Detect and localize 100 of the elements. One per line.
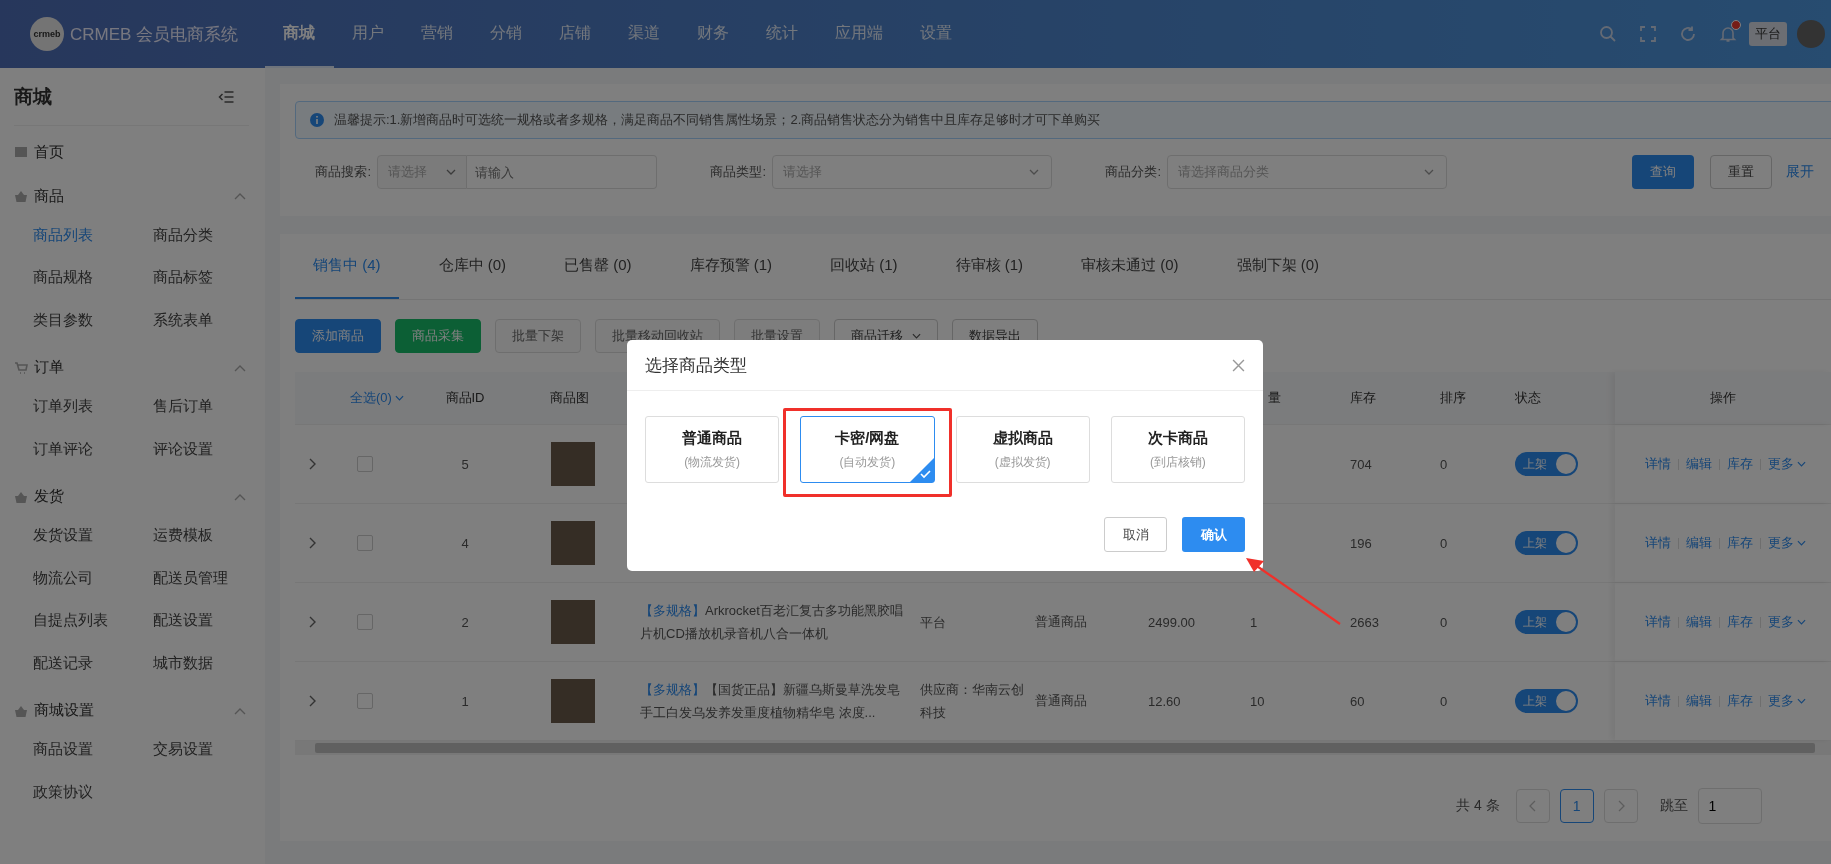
bell-icon[interactable] (1719, 25, 1737, 43)
type-option[interactable]: 卡密/网盘 (自动发货) (800, 416, 935, 483)
action-link[interactable]: 库存 (1727, 455, 1753, 473)
page-jump-field[interactable]: 1 (1697, 788, 1762, 824)
toolbar-button[interactable]: 添加商品 (295, 319, 381, 353)
next-page-button[interactable] (1603, 789, 1638, 823)
search-button[interactable]: 查询 (1632, 155, 1694, 189)
horizontal-scrollbar[interactable] (295, 741, 1831, 755)
type-option[interactable]: 普通商品 (物流发货) (645, 416, 780, 483)
menu-item[interactable]: 商品标签 (153, 256, 273, 299)
tab[interactable]: 回收站 (1) (812, 234, 916, 299)
role-badge[interactable]: 平台 (1749, 22, 1787, 46)
nav-tab[interactable]: 商城 (265, 0, 334, 68)
menu-item[interactable]: 订单评论 (33, 428, 153, 471)
tab[interactable]: 仓库中 (0) (420, 234, 524, 299)
menu-item[interactable]: 商品分类 (153, 214, 273, 257)
chevron-up-icon[interactable] (234, 192, 246, 200)
refresh-icon[interactable] (1679, 25, 1697, 43)
action-link[interactable]: 更多 (1768, 455, 1806, 473)
search-field[interactable]: 请输入 (467, 155, 657, 189)
caret-down-icon[interactable] (394, 395, 404, 401)
menu-group[interactable]: 商城设置 (34, 701, 94, 720)
select-all-link[interactable]: 全选(0) (350, 389, 404, 407)
chevron-up-icon[interactable] (234, 706, 246, 715)
nav-tab[interactable]: 分销 (472, 0, 541, 68)
row-checkbox[interactable] (357, 456, 373, 472)
action-link[interactable]: 库存 (1727, 692, 1753, 710)
menu-item[interactable]: 政策协议 (33, 771, 153, 814)
chevron-right-icon[interactable] (1616, 800, 1625, 812)
expand-row-icon[interactable] (309, 537, 317, 549)
action-link[interactable]: 库存 (1727, 613, 1753, 631)
expand-row-icon[interactable] (309, 695, 317, 707)
menu-group[interactable]: 发货 (34, 487, 64, 506)
action-link[interactable]: 库存 (1727, 534, 1753, 552)
action-link[interactable]: 详情 (1645, 613, 1671, 631)
status-switch[interactable]: 上架 (1515, 531, 1578, 555)
cancel-button[interactable]: 取消 (1104, 517, 1167, 552)
menu-item[interactable]: 自提点列表 (33, 599, 153, 642)
previous-page-button[interactable] (1515, 789, 1550, 823)
menu-group[interactable]: 首页 (34, 142, 64, 162)
nav-tab[interactable]: 应用端 (817, 0, 902, 68)
product-name[interactable]: 【多规格】【国货正品】新疆乌斯曼草洗发皂手工白发乌发养发重度植物精华皂 浓度... (640, 678, 910, 724)
menu-item[interactable]: 商品设置 (33, 728, 153, 771)
toolbar-button[interactable]: 商品采集 (395, 319, 481, 353)
action-link[interactable]: 更多 (1768, 534, 1806, 552)
nav-tab[interactable]: 渠道 (610, 0, 679, 68)
search-icon[interactable] (1599, 25, 1617, 43)
menu-item[interactable]: 配送记录 (33, 642, 153, 685)
expand-link[interactable]: 展开 (1786, 163, 1814, 181)
row-checkbox[interactable] (357, 693, 373, 709)
status-switch[interactable]: 上架 (1515, 610, 1578, 634)
page-button[interactable]: 1 (1559, 789, 1594, 823)
menu-group[interactable]: 商品 (34, 186, 64, 206)
status-switch[interactable]: 上架 (1515, 452, 1578, 476)
chevron-left-icon[interactable] (1528, 800, 1537, 812)
action-link[interactable]: 编辑 (1686, 692, 1712, 710)
row-checkbox[interactable] (357, 614, 373, 630)
menu-item[interactable]: 商品列表 (33, 214, 153, 257)
caret-down-icon[interactable] (446, 169, 456, 175)
tab[interactable]: 库存预警 (1) (671, 234, 790, 299)
caret-down-icon[interactable] (1797, 619, 1806, 625)
tab[interactable]: 待审核 (1) (937, 234, 1041, 299)
tab[interactable]: 强制下架 (0) (1218, 234, 1337, 299)
expand-row-icon[interactable] (309, 616, 317, 628)
menu-item[interactable]: 发货设置 (33, 514, 153, 557)
close-icon[interactable] (1232, 358, 1245, 372)
action-link[interactable]: 编辑 (1686, 534, 1712, 552)
nav-tab[interactable]: 营销 (403, 0, 472, 68)
fullscreen-icon[interactable] (1639, 25, 1657, 43)
reset-button[interactable]: 重置 (1710, 155, 1772, 189)
action-link[interactable]: 详情 (1645, 455, 1671, 473)
nav-tab[interactable]: 财务 (679, 0, 748, 68)
action-link[interactable]: 编辑 (1686, 613, 1712, 631)
menu-item[interactable]: 配送设置 (153, 599, 273, 642)
collapse-menu-icon[interactable] (218, 89, 235, 104)
caret-down-icon[interactable] (1797, 540, 1806, 546)
caret-down-icon[interactable] (1424, 169, 1434, 175)
menu-item[interactable]: 类目参数 (33, 299, 153, 342)
tab[interactable]: 已售罄 (0) (546, 234, 650, 299)
avatar[interactable] (1797, 20, 1825, 48)
chevron-up-icon[interactable] (234, 492, 246, 501)
type-option[interactable]: 次卡商品 (到店核销) (1110, 416, 1245, 483)
nav-tab[interactable]: 用户 (334, 0, 403, 68)
action-link[interactable]: 编辑 (1686, 455, 1712, 473)
confirm-button[interactable]: 确认 (1182, 517, 1245, 552)
caret-down-icon[interactable] (1797, 698, 1806, 704)
tab[interactable]: 销售中 (4) (295, 234, 399, 299)
menu-item[interactable]: 系统表单 (153, 299, 273, 342)
caret-down-icon[interactable] (1797, 461, 1806, 467)
nav-tab[interactable]: 店铺 (541, 0, 610, 68)
menu-item[interactable]: 商品规格 (33, 256, 153, 299)
nav-tab[interactable]: 设置 (902, 0, 971, 68)
nav-tab[interactable]: 统计 (748, 0, 817, 68)
row-checkbox[interactable] (357, 535, 373, 551)
menu-item[interactable]: 售后订单 (153, 385, 273, 428)
chevron-up-icon[interactable] (234, 363, 246, 372)
caret-down-icon[interactable] (1029, 169, 1039, 175)
menu-item[interactable]: 配送员管理 (153, 557, 273, 600)
menu-item[interactable]: 评论设置 (153, 428, 273, 471)
action-link[interactable]: 详情 (1645, 534, 1671, 552)
